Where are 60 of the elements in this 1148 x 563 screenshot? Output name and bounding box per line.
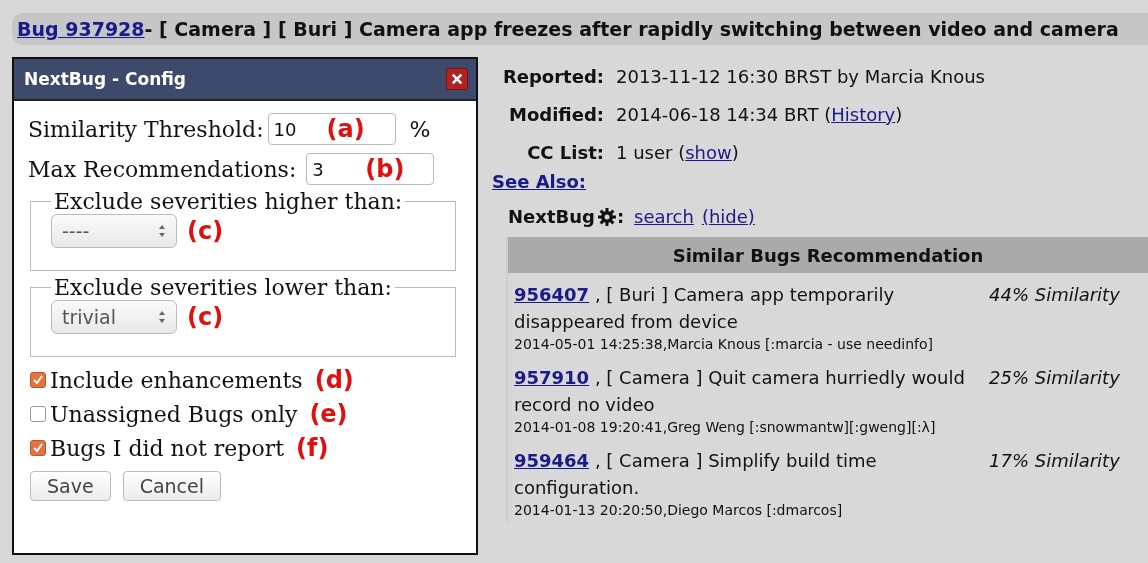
detail-value: 2013-11-12 16:30 BRST by Marcia Knous [616,65,985,87]
bug-meta: 2014-05-01 14:25:38,Marcia Knous [:marcia - use needinfo] [514,336,934,352]
checkbox[interactable] [30,440,46,456]
annotation-label: (a) [326,115,365,143]
bug-meta: 2014-01-13 20:20:50,Diego Marcos [:dmarcos] [514,502,844,518]
input-field[interactable]: 10 (a) [267,113,396,145]
group-legend: Exclude severities lower than: [51,275,395,300]
similarity-score: 25% Similarity [989,366,1120,390]
similarity-score: 44% Similarity [989,283,1120,307]
see-also-link[interactable]: See Also: [492,171,587,192]
annotation-label: (d) [314,366,354,394]
severity-select[interactable]: ---- [51,214,177,248]
detail-label: Modified: [508,103,604,125]
panel-heading: Similar Bugs Recommendation [508,237,1148,273]
annotation-label: (c) [187,217,224,245]
settings-icon[interactable] [596,206,617,227]
field-label: Max Recommendations: [28,156,297,182]
dialog-button[interactable]: Save [30,471,111,501]
bug-summary: 957910 , [ Camera ] Quit camera hurriedly would record no video [514,366,966,417]
detail-link[interactable]: show [685,141,732,163]
bug-id-link[interactable]: 956407 [514,284,590,305]
bug-id-link[interactable]: 957910 [514,367,590,388]
checkbox-label: Include enhancements [50,367,303,393]
field-value: 3 [312,158,324,180]
dialog-title: NextBug - Config [24,69,186,89]
hide-link[interactable]: (hide) [701,206,755,227]
annotation-label: (e) [309,400,348,428]
spinner-arrows-icon [158,309,166,325]
close-button[interactable] [446,68,468,90]
field-value: 10 [273,118,297,140]
detail-label: CC List: [526,141,604,163]
nextbug-colon: : [616,206,625,227]
group-legend: Exclude severities higher than: [51,189,406,214]
spinner-arrows-icon [158,223,166,239]
percent-sign: % [409,116,431,142]
input-field[interactable]: 3 (b) [306,153,435,185]
dialog-button[interactable]: Cancel [122,471,221,501]
annotation-label: (c) [187,303,224,331]
similarity-score: 17% Similarity [989,449,1120,473]
annotation-label: (b) [365,155,405,183]
detail-value: 1 user (show) [616,141,739,163]
bug-id-link[interactable]: 959464 [514,450,590,471]
checkbox-label: Bugs I did not report [50,435,285,461]
detail-label: Reported: [501,65,604,87]
close-icon [451,73,463,85]
checkbox[interactable] [30,372,46,388]
checkbox[interactable] [30,406,46,422]
bug-title: - [ Camera ] [ Buri ] Camera app freezes after rapidly switching between video and camera [144,18,1119,40]
field-label: Similarity Threshold: [28,116,264,142]
search-link[interactable]: search [634,206,694,227]
bug-summary: 956407 , [ Buri ] Camera app temporarily disappeared from device [514,283,896,334]
detail-link[interactable]: History [831,103,896,125]
bug-link[interactable]: Bug 937928 [17,18,145,40]
checkbox-label: Unassigned Bugs only [50,401,298,427]
bug-summary: 959464 , [ Camera ] Simplify build time configuration. [514,449,878,500]
detail-value: 2014-06-18 14:34 BRT (History) [616,103,903,125]
bug-meta: 2014-01-08 19:20:41,Greg Weng [:snowmantw][:gweng][:λ] [514,419,937,435]
annotation-label: (f) [296,434,329,462]
severity-select[interactable]: trivial [51,300,177,334]
nextbug-label: NextBug [508,206,595,227]
